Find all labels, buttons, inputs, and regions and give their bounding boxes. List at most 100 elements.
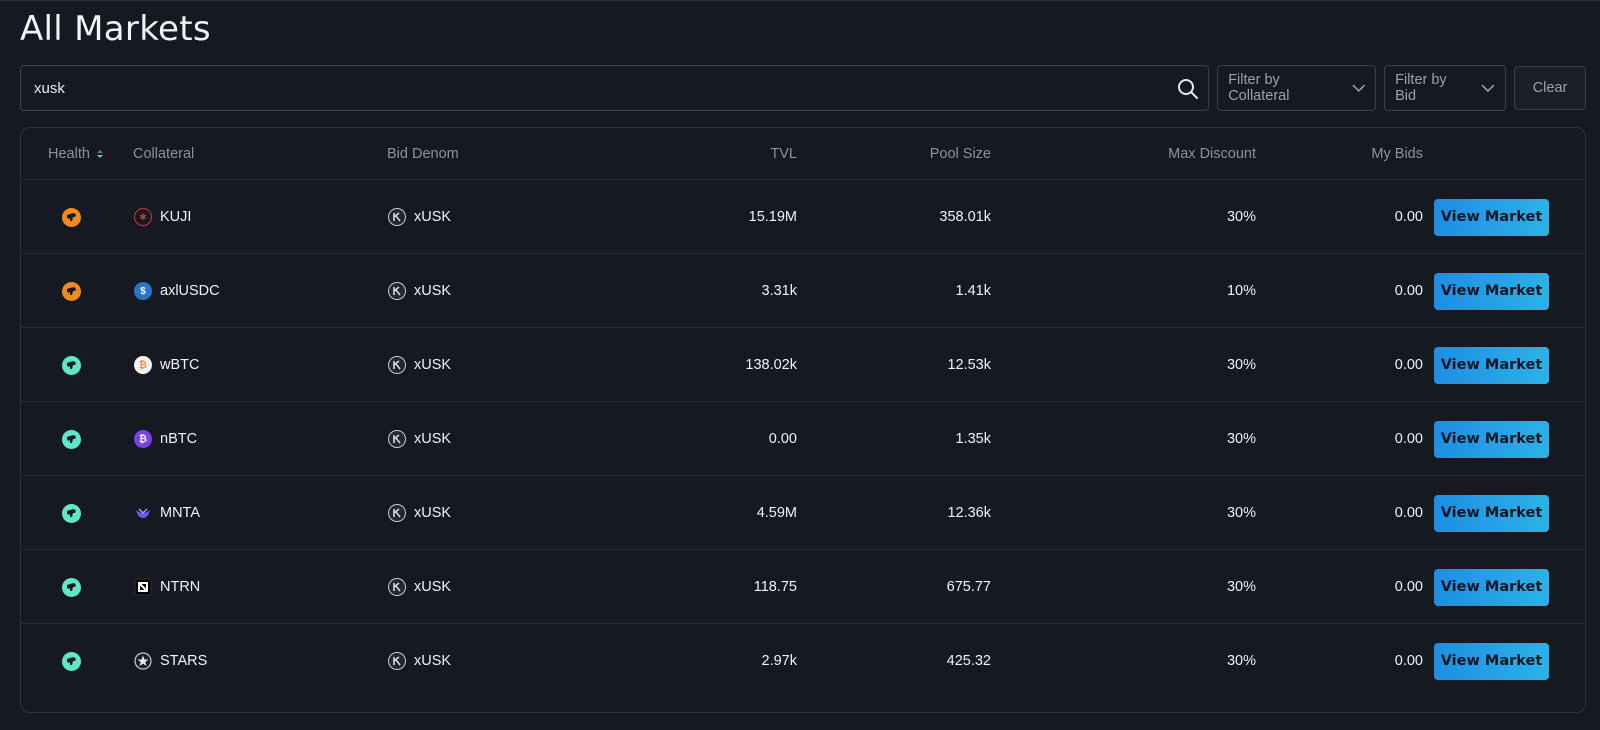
search-input[interactable] [21, 66, 1209, 110]
header-my-bids[interactable]: My Bids [1371, 146, 1423, 162]
table-row[interactable]: $ axlUSDC xUSK 3.31k 1.41k 10% 0.00 View… [21, 254, 1585, 328]
bull-icon [61, 651, 81, 671]
bid-denom-name: xUSK [414, 431, 452, 447]
header-tvl[interactable]: TVL [770, 146, 797, 162]
bid-denom-cell: xUSK [388, 254, 451, 328]
pool-size-value: 1.41k [955, 283, 991, 299]
bull-icon [61, 577, 81, 597]
collateral-name: MNTA [160, 505, 201, 521]
filter-bid-label: Filter by Bid [1395, 72, 1447, 104]
view-market-button[interactable]: View Market [1434, 198, 1549, 236]
filter-bid-dropdown[interactable]: Filter by Bid [1384, 65, 1507, 111]
tvl-value: 4.59M [756, 505, 797, 521]
button-cell: View Market [1434, 550, 1549, 624]
my-bids-value: 0.00 [1394, 283, 1423, 299]
usdc-icon: $ [134, 282, 152, 300]
view-market-button[interactable]: View Market [1434, 642, 1549, 680]
kuji-icon: ✱ [134, 208, 152, 226]
markets-table: Health Collateral Bid Denom TVL Pool Siz… [20, 127, 1586, 713]
bull-icon [61, 355, 81, 375]
health-cell [59, 254, 83, 328]
view-market-button[interactable]: View Market [1434, 272, 1549, 310]
chevron-down-icon [1481, 84, 1495, 93]
bid-denom-name: xUSK [414, 653, 452, 669]
pool-size-value: 12.53k [947, 357, 991, 373]
health-cell [59, 624, 83, 698]
search-box [20, 65, 1210, 111]
header-pool-size[interactable]: Pool Size [930, 146, 991, 162]
filter-collateral-label: Filter by Collateral [1228, 72, 1290, 104]
my-bids-value: 0.00 [1394, 653, 1423, 669]
health-cell [59, 476, 83, 550]
bull-icon [61, 429, 81, 449]
chevron-down-icon [1351, 84, 1365, 93]
collateral-cell: STARS [134, 624, 207, 698]
bull-icon [61, 503, 81, 523]
table-row[interactable]: STARS xUSK 2.97k 425.32 30% 0.00 View Ma… [21, 624, 1585, 698]
bid-denom-name: xUSK [414, 505, 452, 521]
xusk-icon [388, 356, 406, 374]
collateral-name: wBTC [160, 357, 200, 373]
search-icon[interactable] [1176, 77, 1200, 101]
tvl-value: 118.75 [753, 579, 797, 595]
view-market-button[interactable]: View Market [1434, 568, 1549, 606]
nbtc-icon: ₿ [134, 430, 152, 448]
pool-size-value: 358.01k [939, 209, 991, 225]
collateral-name: KUJI [160, 209, 192, 225]
pool-size-value: 425.32 [946, 653, 991, 669]
header-health[interactable]: Health [48, 146, 104, 162]
bid-denom-cell: xUSK [388, 550, 451, 624]
bull-icon [61, 281, 81, 301]
my-bids-value: 0.00 [1394, 357, 1423, 373]
xusk-icon [388, 652, 406, 670]
xusk-icon [388, 282, 406, 300]
filter-collateral-dropdown[interactable]: Filter by Collateral [1217, 65, 1377, 111]
table-row[interactable]: ✱ KUJI xUSK 15.19M 358.01k 30% 0.00 View… [21, 180, 1585, 254]
pool-size-value: 12.36k [947, 505, 991, 521]
health-cell [59, 328, 83, 402]
page-title: All Markets [20, 9, 211, 49]
bid-denom-cell: xUSK [388, 476, 451, 550]
mnta-icon [136, 508, 150, 518]
max-discount-value: 30% [1226, 653, 1256, 669]
button-cell: View Market [1434, 328, 1549, 402]
header-collateral[interactable]: Collateral [133, 146, 194, 162]
header-health-label: Health [48, 146, 90, 162]
bull-icon [61, 207, 81, 227]
health-cell [59, 402, 83, 476]
view-market-button[interactable]: View Market [1434, 420, 1549, 458]
collateral-name: STARS [160, 653, 208, 669]
wbtc-icon: ₿ [134, 356, 152, 374]
max-discount-value: 30% [1226, 357, 1256, 373]
xusk-icon [388, 208, 406, 226]
tvl-value: 2.97k [761, 653, 797, 669]
max-discount-value: 30% [1226, 579, 1256, 595]
collateral-name: NTRN [160, 579, 201, 595]
bid-denom-name: xUSK [414, 357, 452, 373]
market-toolbar: Filter by Collateral Filter by Bid Clear [20, 65, 1586, 111]
pool-size-value: 675.77 [946, 579, 991, 595]
tvl-value: 15.19M [748, 209, 797, 225]
max-discount-value: 10% [1226, 283, 1256, 299]
xusk-icon [388, 504, 406, 522]
header-max-discount[interactable]: Max Discount [1168, 146, 1256, 162]
xusk-icon [388, 430, 406, 448]
xusk-icon [388, 578, 406, 596]
health-cell [59, 180, 83, 254]
table-row[interactable]: ₿ nBTC xUSK 0.00 1.35k 30% 0.00 View Mar… [21, 402, 1585, 476]
my-bids-value: 0.00 [1394, 505, 1423, 521]
my-bids-value: 0.00 [1394, 431, 1423, 447]
table-row[interactable]: NTRN xUSK 118.75 675.77 30% 0.00 View Ma… [21, 550, 1585, 624]
view-market-button[interactable]: View Market [1434, 494, 1549, 532]
bid-denom-cell: xUSK [388, 180, 451, 254]
collateral-name: axlUSDC [160, 283, 220, 299]
header-bid-denom[interactable]: Bid Denom [387, 146, 459, 162]
collateral-cell: ✱ KUJI [134, 180, 191, 254]
table-header: Health Collateral Bid Denom TVL Pool Siz… [21, 128, 1585, 180]
view-market-button[interactable]: View Market [1434, 346, 1549, 384]
table-row[interactable]: MNTA xUSK 4.59M 12.36k 30% 0.00 View Mar… [21, 476, 1585, 550]
table-row[interactable]: ₿ wBTC xUSK 138.02k 12.53k 30% 0.00 View… [21, 328, 1585, 402]
bid-denom-cell: xUSK [388, 402, 451, 476]
clear-button[interactable]: Clear [1514, 66, 1586, 110]
max-discount-value: 30% [1226, 431, 1256, 447]
